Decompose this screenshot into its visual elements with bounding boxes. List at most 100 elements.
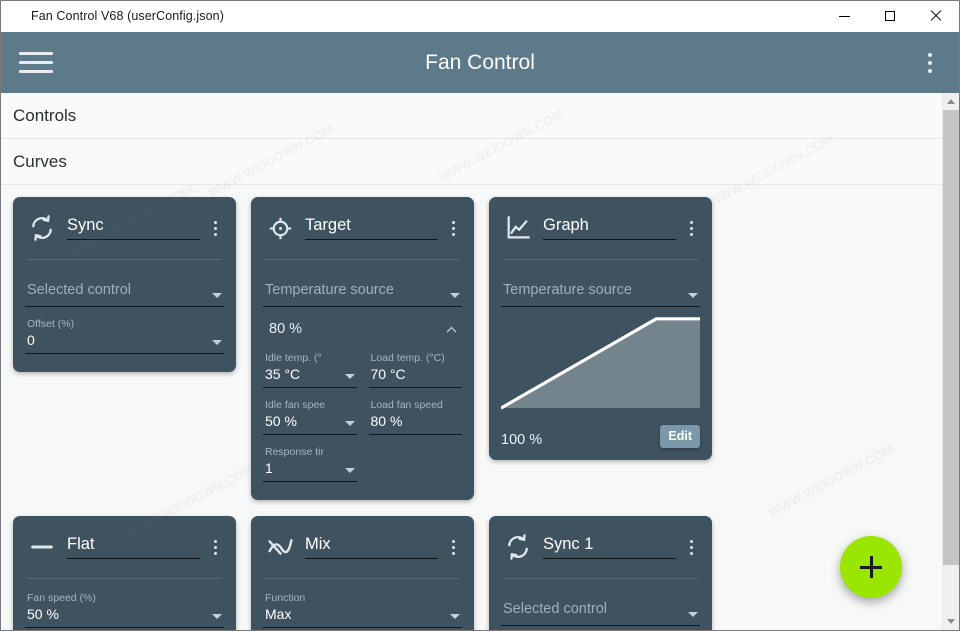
divider xyxy=(265,259,460,260)
selected-control-select[interactable]: Selected control xyxy=(25,268,224,307)
divider xyxy=(27,578,222,579)
card-flat[interactable]: Flat Fan speed (%) 50 % xyxy=(13,516,236,630)
card-header: Target xyxy=(263,207,462,249)
load-temp-label: Load temp. (°C) xyxy=(370,352,445,364)
card-graph[interactable]: Graph Temperature source 100 % Edit xyxy=(489,197,712,460)
plus-icon xyxy=(860,556,882,578)
card-title-field[interactable]: Target xyxy=(305,216,438,240)
card-sync[interactable]: Sync Selected control Offset (%) 0 xyxy=(13,197,236,372)
body-area: Controls Curves Sync Selected control Of… xyxy=(1,93,959,630)
window-title: Fan Control V68 (userConfig.json) xyxy=(31,9,224,23)
target-percent-toggle[interactable]: 80 % xyxy=(263,313,462,347)
idle-temp-value: 35 °C xyxy=(265,366,301,382)
edit-button[interactable]: Edit xyxy=(660,425,700,448)
vertical-scrollbar[interactable] xyxy=(942,93,959,630)
mix-curves-icon xyxy=(263,530,297,564)
fan-curve-chart[interactable] xyxy=(501,313,700,410)
app-title: Fan Control xyxy=(425,50,535,74)
card-title-sync-1: Sync 1 xyxy=(543,535,594,553)
selected-control-placeholder: Selected control xyxy=(503,601,607,617)
card-sync-1[interactable]: Sync 1 Selected control Offset (%) 0 xyxy=(489,516,712,630)
divider xyxy=(503,578,698,579)
card-title-field[interactable]: Sync xyxy=(67,216,200,240)
card-header: Sync 1 xyxy=(501,526,700,568)
load-temp-value: 70 °C xyxy=(370,366,406,382)
kebab-menu-icon[interactable] xyxy=(915,46,945,80)
card-header: Flat xyxy=(25,526,224,568)
fan-speed-select[interactable]: Fan speed (%) 50 % xyxy=(25,587,224,628)
card-kebab-menu-icon[interactable] xyxy=(444,213,462,243)
section-header-controls[interactable]: Controls xyxy=(1,93,942,139)
card-header: Sync xyxy=(25,207,224,249)
chart-svg xyxy=(501,313,700,410)
target-params-grid: Idle temp. (° 35 °C Idle fan spee 50 % R… xyxy=(263,347,462,488)
cards-row-2: Flat Fan speed (%) 50 % Mix Function Max… xyxy=(13,516,942,630)
section-label-curves: Curves xyxy=(13,151,67,171)
load-fan-speed-label: Load fan speed (% xyxy=(370,399,445,411)
divider xyxy=(27,259,222,260)
hamburger-icon[interactable] xyxy=(15,48,53,78)
card-title-sync: Sync xyxy=(67,216,104,234)
card-kebab-menu-icon[interactable] xyxy=(682,213,700,243)
close-button[interactable] xyxy=(913,1,959,32)
chevron-down-icon xyxy=(212,293,222,298)
card-mix[interactable]: Mix Function Max Add fan curve xyxy=(251,516,474,630)
fan-speed-value: 50 % xyxy=(27,606,59,622)
load-temp-field[interactable]: Load temp. (°C) 70 °C xyxy=(368,347,462,388)
chevron-down-icon xyxy=(450,614,460,619)
function-select[interactable]: Function Max xyxy=(263,587,462,628)
card-target[interactable]: Target Temperature source 80 % Idle temp… xyxy=(251,197,474,500)
card-title-field[interactable]: Sync 1 xyxy=(543,535,676,559)
card-kebab-menu-icon[interactable] xyxy=(206,213,224,243)
maximize-icon xyxy=(885,11,895,21)
card-title-field[interactable]: Flat xyxy=(67,535,200,559)
selected-control-select[interactable]: Selected control xyxy=(501,587,700,626)
app-bar: Fan Control xyxy=(1,32,959,93)
sync-arrows-icon xyxy=(501,530,535,564)
chevron-down-icon xyxy=(688,293,698,298)
window-controls xyxy=(821,1,959,32)
temperature-source-placeholder: Temperature source xyxy=(265,282,394,298)
chevron-down-icon xyxy=(450,293,460,298)
card-title-flat: Flat xyxy=(67,535,95,553)
chevron-down-icon xyxy=(344,468,355,473)
chart-footer: 100 % Edit xyxy=(501,418,700,448)
app-window: Fan Control V68 (userConfig.json) Fan Co… xyxy=(0,0,960,631)
section-header-curves[interactable]: Curves xyxy=(1,139,942,185)
maximize-button[interactable] xyxy=(867,1,913,32)
card-kebab-menu-icon[interactable] xyxy=(206,532,224,562)
title-bar: Fan Control V68 (userConfig.json) xyxy=(1,1,959,32)
card-title-field[interactable]: Graph xyxy=(543,216,676,240)
close-icon xyxy=(930,10,942,22)
card-kebab-menu-icon[interactable] xyxy=(682,532,700,562)
scrollbar-thumb[interactable] xyxy=(943,110,959,565)
scroll-content: Controls Curves Sync Selected control Of… xyxy=(1,93,942,630)
add-curve-fab[interactable] xyxy=(840,536,902,598)
chevron-down-icon xyxy=(212,614,222,619)
target-params-left: Idle temp. (° 35 °C Idle fan spee 50 % R… xyxy=(263,347,357,488)
fan-speed-label: Fan speed (%) xyxy=(27,592,96,604)
temperature-source-select[interactable]: Temperature source xyxy=(501,268,700,307)
offset-label: Offset (%) xyxy=(27,318,75,330)
idle-temp-field[interactable]: Idle temp. (° 35 °C xyxy=(263,347,357,388)
offset-value: 0 xyxy=(27,332,35,348)
cards-row-1: Sync Selected control Offset (%) 0 Targe… xyxy=(13,197,942,500)
card-kebab-menu-icon[interactable] xyxy=(444,532,462,562)
scrollbar-track[interactable] xyxy=(943,110,959,613)
scroll-down-button[interactable] xyxy=(943,613,959,630)
load-fan-speed-value: 80 % xyxy=(370,413,403,429)
offset-select[interactable]: Offset (%) 0 xyxy=(25,313,224,354)
card-header: Mix xyxy=(263,526,462,568)
idle-fan-speed-field[interactable]: Idle fan spee 50 % xyxy=(263,394,357,435)
minimize-button[interactable] xyxy=(821,1,867,32)
temperature-source-select[interactable]: Temperature source xyxy=(263,268,462,307)
card-title-field[interactable]: Mix xyxy=(305,535,438,559)
scroll-up-button[interactable] xyxy=(943,93,959,110)
minimize-icon xyxy=(838,15,850,17)
divider xyxy=(265,578,460,579)
load-fan-speed-field[interactable]: Load fan speed (% 80 % xyxy=(368,394,462,435)
card-title-graph: Graph xyxy=(543,216,589,234)
response-time-field[interactable]: Response tir 1 xyxy=(263,441,357,482)
card-title-target: Target xyxy=(305,216,351,234)
response-time-label: Response tir xyxy=(265,446,324,458)
